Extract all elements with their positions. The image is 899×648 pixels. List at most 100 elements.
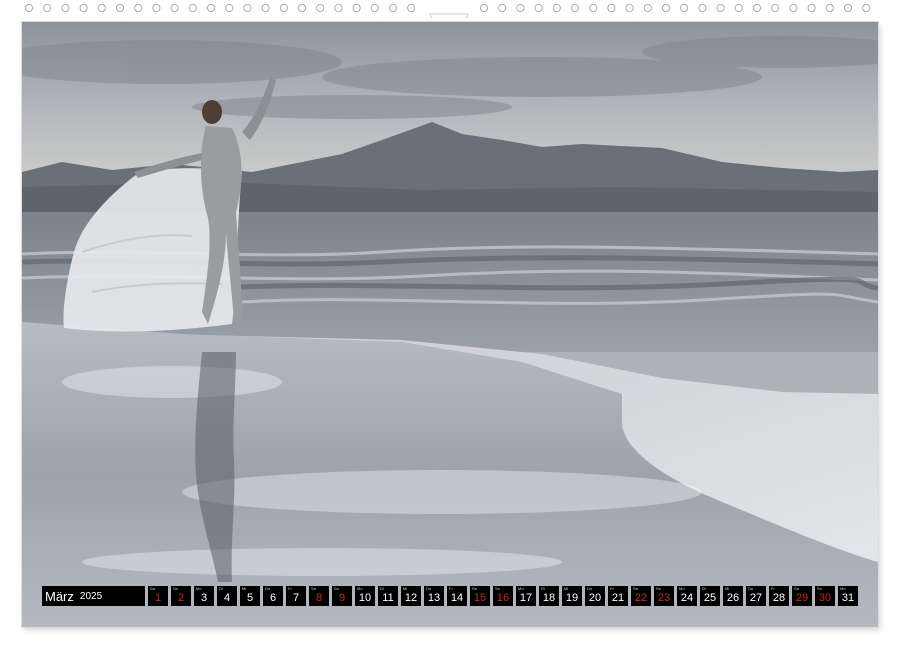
- day-number: 8: [309, 592, 329, 605]
- day-cell: Mo10: [355, 586, 375, 606]
- day-cell: Mo3: [194, 586, 214, 606]
- weekday-label: Fr: [288, 586, 292, 591]
- binding-hole: [790, 4, 797, 11]
- day-cell: Mo31: [838, 586, 858, 606]
- weekday-label: Di: [219, 586, 223, 591]
- day-cell: Do20: [585, 586, 605, 606]
- weekday-label: Sa: [794, 586, 799, 591]
- day-number: 20: [585, 592, 605, 605]
- binding-hole: [262, 4, 269, 11]
- spiral-binding: [0, 0, 899, 18]
- weekday-label: Di: [702, 586, 706, 591]
- weekday-label: Do: [748, 586, 753, 591]
- weekday-label: Mi: [403, 586, 407, 591]
- day-cell: Di25: [700, 586, 720, 606]
- day-cell: Sa8: [309, 586, 329, 606]
- binding-hole: [517, 4, 524, 11]
- binding-hole: [553, 4, 560, 11]
- day-number: 4: [217, 592, 237, 605]
- day-number: 19: [562, 592, 582, 605]
- weekday-label: So: [334, 586, 339, 591]
- day-number: 18: [539, 592, 559, 605]
- weekday-label: Fr: [449, 586, 453, 591]
- day-number: 24: [677, 592, 697, 605]
- day-number: 11: [378, 592, 398, 605]
- weekday-label: Do: [587, 586, 592, 591]
- binding-hole: [717, 4, 724, 11]
- day-number: 7: [286, 592, 306, 605]
- weekday-label: Mo: [357, 586, 363, 591]
- month-label: März 2025: [42, 586, 145, 606]
- day-number: 9: [332, 592, 352, 605]
- weekday-label: Fr: [771, 586, 775, 591]
- binding-hole: [772, 4, 779, 11]
- binding-hole: [25, 4, 32, 11]
- weekday-label: Mi: [564, 586, 568, 591]
- binding-hole: [389, 4, 396, 11]
- binding-hole: [535, 4, 542, 11]
- weekday-label: So: [173, 586, 178, 591]
- weekday-label: Sa: [150, 586, 155, 591]
- weekday-label: Mi: [242, 586, 246, 591]
- day-number: 26: [723, 592, 743, 605]
- binding-hole: [480, 4, 487, 11]
- day-cell: So2: [171, 586, 191, 606]
- calendar-page: März 2025 Sa1So2Mo3Di4Mi5Do6Fr7Sa8So9Mo1…: [22, 22, 878, 627]
- weekday-label: So: [495, 586, 500, 591]
- day-cell: Fr21: [608, 586, 628, 606]
- beach-dancer-photo: [22, 22, 878, 627]
- binding-hole: [298, 4, 305, 11]
- day-cell: Mi26: [723, 586, 743, 606]
- day-cell: Fr14: [447, 586, 467, 606]
- day-number: 25: [700, 592, 720, 605]
- binding-hole: [226, 4, 233, 11]
- day-cell: Sa15: [470, 586, 490, 606]
- day-number: 17: [516, 592, 536, 605]
- weekday-label: So: [817, 586, 822, 591]
- day-cell: Sa22: [631, 586, 651, 606]
- day-cell: Mo17: [516, 586, 536, 606]
- day-cell: So23: [654, 586, 674, 606]
- day-cell: So9: [332, 586, 352, 606]
- month-year: 2025: [80, 591, 102, 602]
- day-cell: Sa1: [148, 586, 168, 606]
- binding-hole: [62, 4, 69, 11]
- weekday-label: So: [656, 586, 661, 591]
- day-number: 13: [424, 592, 444, 605]
- day-number: 27: [746, 592, 766, 605]
- day-cell: Mo24: [677, 586, 697, 606]
- weekday-label: Sa: [472, 586, 477, 591]
- weekday-label: Sa: [311, 586, 316, 591]
- day-number: 29: [792, 592, 812, 605]
- binding-hole: [317, 4, 324, 11]
- binding-hole: [44, 4, 51, 11]
- day-cell: Do13: [424, 586, 444, 606]
- calendar-bar: März 2025 Sa1So2Mo3Di4Mi5Do6Fr7Sa8So9Mo1…: [42, 586, 858, 606]
- day-number: 12: [401, 592, 421, 605]
- weekday-label: Mo: [679, 586, 685, 591]
- binding-hole: [644, 4, 651, 11]
- weekday-label: Fr: [610, 586, 614, 591]
- binding-hole: [98, 4, 105, 11]
- day-number: 5: [240, 592, 260, 605]
- binding-hole: [244, 4, 251, 11]
- binding-hole: [571, 4, 578, 11]
- binding-hole: [335, 4, 342, 11]
- binding-hole: [753, 4, 760, 11]
- day-cell: Do6: [263, 586, 283, 606]
- day-number: 31: [838, 592, 858, 605]
- binding-hole: [153, 4, 160, 11]
- day-cell: Sa29: [792, 586, 812, 606]
- binding-hole: [826, 4, 833, 11]
- binding-hole: [863, 4, 870, 11]
- binding-hole: [590, 4, 597, 11]
- day-number: 15: [470, 592, 490, 605]
- binding-hole: [171, 4, 178, 11]
- binding-hole: [116, 4, 123, 11]
- day-cell: Mi12: [401, 586, 421, 606]
- day-cell: So30: [815, 586, 835, 606]
- binding-hole: [135, 4, 142, 11]
- day-cell: Di18: [539, 586, 559, 606]
- weekday-label: Mo: [518, 586, 524, 591]
- day-number: 22: [631, 592, 651, 605]
